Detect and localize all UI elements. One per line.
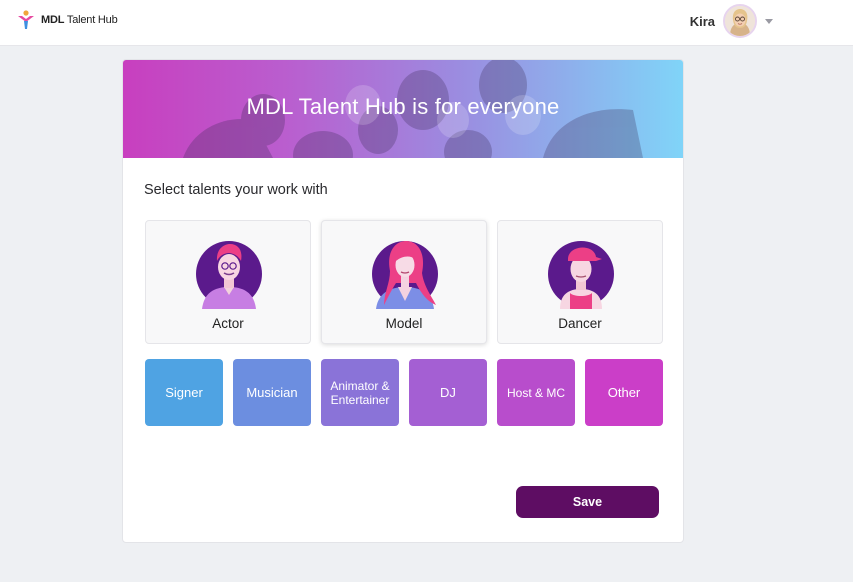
dancer-icon [548, 241, 614, 309]
actor-icon [196, 241, 262, 309]
talent-tile-actor[interactable]: Actor [145, 220, 311, 344]
talent-label: Actor [212, 316, 244, 331]
talent-tile-model[interactable]: Model [321, 220, 487, 344]
chevron-down-icon[interactable] [765, 18, 773, 24]
talent-tile-signer[interactable]: Signer [145, 359, 223, 426]
talent-label: Dancer [558, 316, 602, 331]
logo-text: MDL Talent Hub [41, 14, 118, 26]
user-menu[interactable]: Kira [690, 4, 773, 38]
avatar[interactable] [723, 4, 757, 38]
logo[interactable]: MDL Talent Hub [17, 10, 118, 30]
talent-selection-card: MDL Talent Hub is for everyone Select ta… [122, 59, 684, 543]
user-name: Kira [689, 13, 715, 29]
banner: MDL Talent Hub is for everyone [123, 60, 683, 158]
logo-icon [17, 10, 35, 30]
talent-tile-dancer[interactable]: Dancer [497, 220, 663, 344]
talent-tile-musician[interactable]: Musician [233, 359, 311, 426]
banner-title: MDL Talent Hub is for everyone [246, 94, 560, 119]
section-title: Select talents your work with [144, 182, 328, 198]
talent-tile-animator-entertainer[interactable]: Animator & Entertainer [321, 359, 399, 426]
talent-label: Model [385, 316, 423, 331]
top-bar: MDL Talent Hub Kira [0, 0, 853, 46]
talent-tile-dj[interactable]: DJ [409, 359, 487, 426]
talent-tile-other[interactable]: Other [585, 359, 663, 426]
model-icon [372, 241, 438, 309]
save-button[interactable]: Save [516, 486, 659, 518]
talent-tile-host-mc[interactable]: Host & MC [497, 359, 575, 426]
